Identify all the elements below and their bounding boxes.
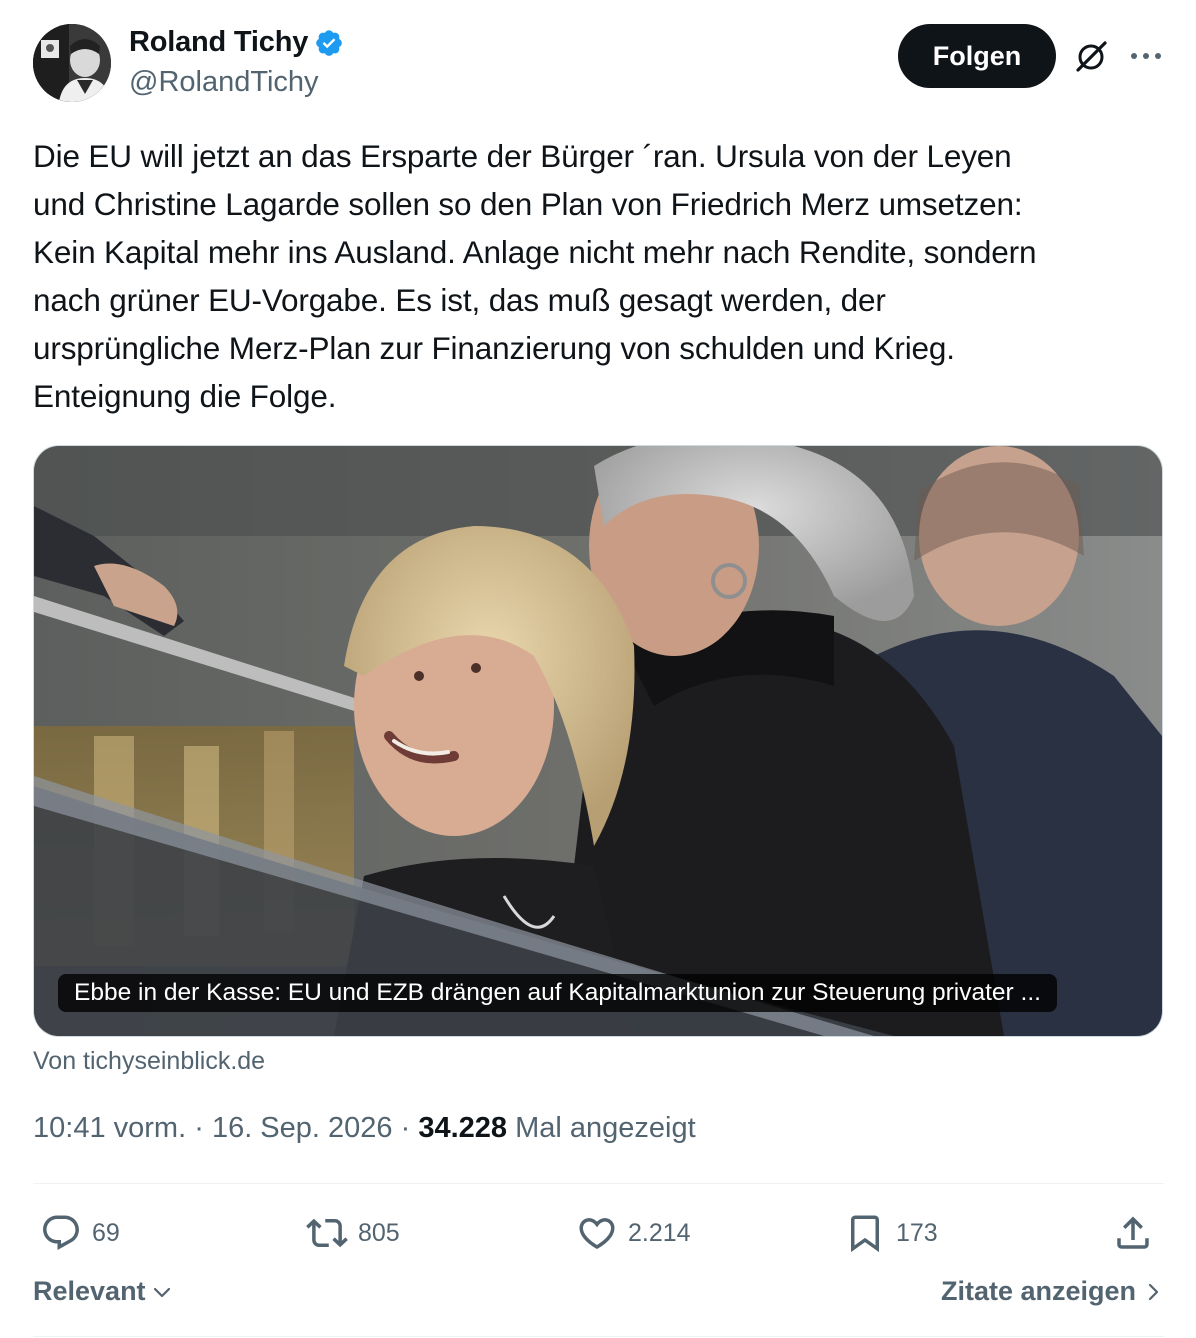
repost-icon	[306, 1218, 348, 1248]
card-caption: Ebbe in der Kasse: EU und EZB drängen au…	[58, 974, 1057, 1012]
bookmark-count: 173	[896, 1218, 938, 1247]
card-source[interactable]: Von tichyseinblick.de	[33, 1047, 265, 1076]
avatar-image	[33, 24, 111, 102]
chevron-right-icon	[1148, 1283, 1159, 1300]
share-button[interactable]	[1112, 1205, 1154, 1261]
repost-button[interactable]: 805	[306, 1205, 400, 1261]
reply-count: 69	[92, 1218, 120, 1247]
divider	[33, 1336, 1164, 1337]
more-icon[interactable]	[1128, 40, 1164, 72]
tweet-meta: 10:41 vorm. · 16. Sep. 2026 · 34.228 Mal…	[33, 1112, 696, 1145]
tweet-text: Die EU will jetzt an das Ersparte der Bü…	[33, 138, 1037, 414]
grok-icon[interactable]	[1072, 38, 1110, 76]
link-card[interactable]: Ebbe in der Kasse: EU und EZB drängen au…	[33, 445, 1163, 1037]
like-count: 2.214	[628, 1218, 691, 1247]
meta-separator: ·	[400, 1112, 411, 1144]
heart-icon	[579, 1218, 615, 1250]
chevron-down-icon	[153, 1287, 170, 1297]
follow-button[interactable]: Folgen	[898, 24, 1056, 88]
bookmark-button[interactable]: 173	[844, 1205, 938, 1261]
reply-button[interactable]: 69	[40, 1205, 120, 1261]
views-label: Mal angezeigt	[515, 1112, 696, 1144]
sort-label: Relevant	[33, 1276, 146, 1306]
quotes-label: Zitate anzeigen	[940, 1276, 1136, 1306]
divider	[33, 1183, 1164, 1184]
reply-icon	[43, 1215, 79, 1250]
meta-separator: ·	[194, 1112, 204, 1144]
view-quotes-link[interactable]: Zitate anzeigen	[941, 1276, 1164, 1307]
sort-dropdown[interactable]: Relevant	[33, 1276, 174, 1307]
tweet-date[interactable]: 16. Sep. 2026	[212, 1112, 393, 1144]
bookmark-icon	[851, 1215, 879, 1253]
views-count: 34.228	[418, 1112, 508, 1144]
card-photo	[34, 446, 1162, 1036]
share-icon	[1117, 1216, 1149, 1249]
avatar[interactable]	[33, 24, 111, 102]
repost-count: 805	[358, 1218, 400, 1247]
author-name[interactable]: Roland Tichy	[129, 26, 308, 59]
author-name-row[interactable]: Roland Tichy	[129, 26, 344, 59]
tweet-time[interactable]: 10:41 vorm.	[33, 1112, 186, 1144]
like-button[interactable]: 2.214	[576, 1205, 691, 1261]
verified-badge-icon	[316, 29, 342, 56]
author-handle[interactable]: @RolandTichy	[129, 66, 319, 99]
